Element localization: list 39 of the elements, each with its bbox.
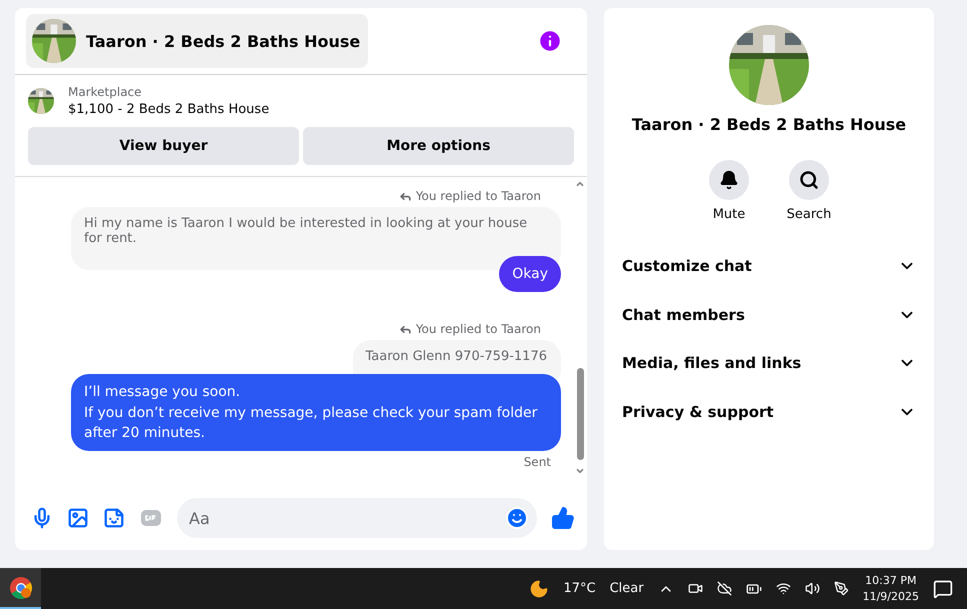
photo-icon[interactable]: [67, 507, 89, 529]
weather-condition: Clear: [610, 581, 644, 596]
search-button[interactable]: [789, 160, 829, 200]
action-button[interactable]: More options: [303, 127, 574, 165]
moon-icon: [529, 578, 550, 598]
message-field[interactable]: Aa: [177, 498, 537, 538]
volume-icon[interactable]: [804, 581, 820, 596]
bell-icon: [719, 170, 739, 190]
chat-title-button[interactable]: Taaron · 2 Beds 2 Baths House: [26, 14, 368, 68]
search-icon: [799, 170, 819, 190]
notification-icon[interactable]: [933, 578, 953, 598]
conversation-title: Taaron · 2 Beds 2 Baths House: [632, 115, 906, 134]
listing-source: Marketplace: [68, 85, 143, 99]
sticker-icon[interactable]: [103, 507, 125, 529]
scroll-up-icon[interactable]: [575, 179, 585, 189]
scrollbar-thumb[interactable]: [576, 368, 584, 460]
section-toggle[interactable]: Customize chat: [612, 242, 926, 290]
message-status: Sent: [524, 455, 551, 470]
temperature: 17°C: [563, 581, 596, 596]
action-button[interactable]: View buyer: [28, 127, 299, 165]
reply-note: You replied to Taaron: [398, 322, 541, 336]
pen-icon[interactable]: [834, 581, 849, 596]
reply-note: You replied to Taaron: [398, 189, 541, 203]
scroll-down-icon[interactable]: [575, 466, 585, 476]
cloud-off-icon[interactable]: [716, 581, 732, 596]
mute-button[interactable]: [709, 160, 749, 200]
section-toggle[interactable]: Chat members: [612, 290, 926, 339]
thumbs-up-icon[interactable]: [551, 506, 575, 530]
action-label: Search: [786, 207, 832, 222]
info-icon[interactable]: [537, 28, 563, 54]
section-toggle[interactable]: Privacy & support: [612, 388, 926, 436]
section-toggle[interactable]: Media, files and links: [612, 339, 926, 388]
action-label: Mute: [712, 207, 746, 222]
listing-summary: $1,100 - 2 Beds 2 Baths House: [68, 102, 270, 117]
browser-taskbar-icon[interactable]: [0, 568, 41, 609]
clock[interactable]: 10:37 PM 11/9/2025: [862, 574, 919, 603]
wifi-icon[interactable]: [776, 581, 791, 596]
sent-message: I’ll message you soon. If you don’t receive my message, please check your spam folder after 20 minutes.: [71, 374, 561, 452]
camera-icon[interactable]: [688, 581, 703, 596]
